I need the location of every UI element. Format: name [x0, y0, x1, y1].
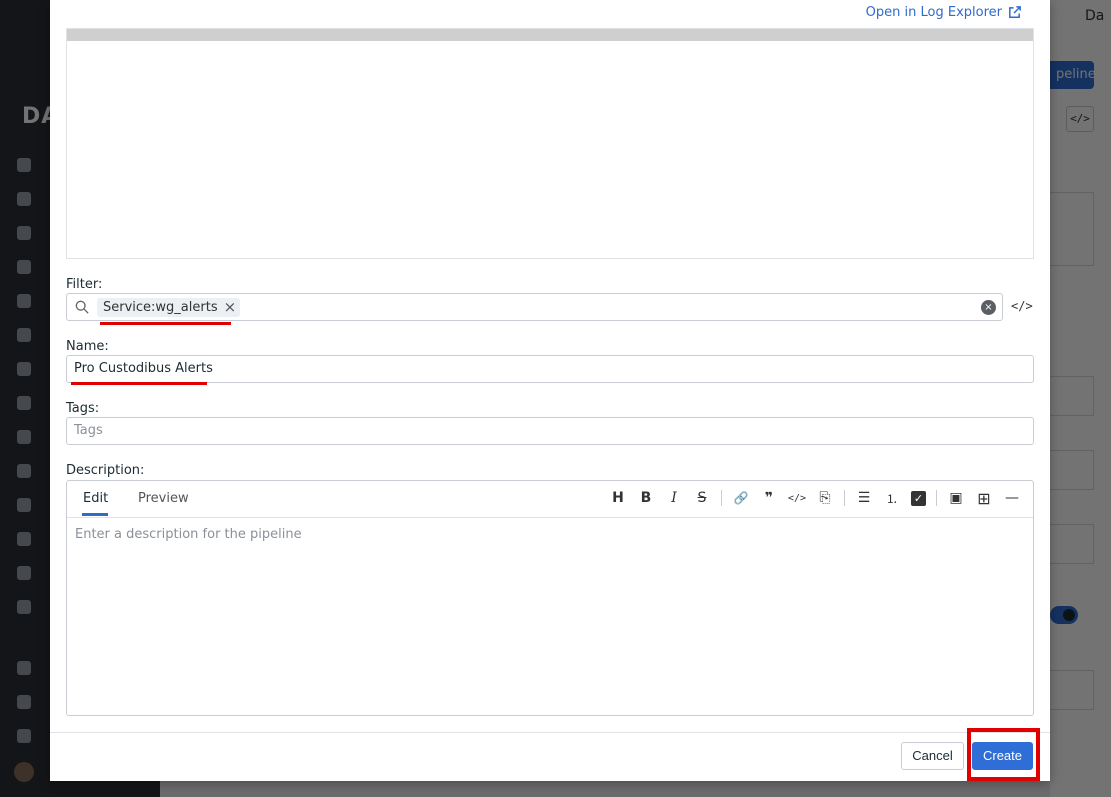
- table-icon[interactable]: ⊞: [975, 489, 993, 508]
- external-link-icon: [1009, 6, 1021, 18]
- active-tab-indicator: [82, 513, 108, 516]
- formatting-tools: H B I S 🔗 ❞ </> ⎘ ☰ ⒈ ✓ ▣ ⊞ —: [609, 489, 1021, 508]
- strikethrough-icon[interactable]: S: [693, 489, 711, 507]
- log-preview-header: [67, 29, 1033, 41]
- close-icon[interactable]: ×: [224, 299, 237, 315]
- code-icon[interactable]: </>: [788, 489, 806, 507]
- numbered-list-icon[interactable]: ⒈: [883, 489, 901, 507]
- description-editor: Edit Preview H B I S 🔗 ❞ </> ⎘ ☰ ⒈ ✓ ▣ ⊞: [66, 480, 1034, 716]
- annotation-underline: [100, 322, 231, 325]
- open-in-log-explorer-label: Open in Log Explorer: [865, 5, 1002, 20]
- modal-footer: Cancel Create: [50, 732, 1050, 781]
- horizontal-rule-icon[interactable]: —: [1003, 489, 1021, 507]
- quote-icon[interactable]: ❞: [760, 489, 778, 507]
- create-pipeline-modal: Open in Log Explorer Filter: Service:wg_…: [50, 0, 1050, 781]
- italic-icon[interactable]: I: [665, 489, 683, 507]
- image-icon[interactable]: ▣: [947, 489, 965, 507]
- search-icon: [75, 300, 89, 314]
- code-block-icon[interactable]: ⎘: [816, 489, 834, 507]
- toolbar-divider: [721, 490, 722, 506]
- editor-toolbar: Edit Preview H B I S 🔗 ❞ </> ⎘ ☰ ⒈ ✓ ▣ ⊞: [67, 481, 1033, 518]
- tags-input[interactable]: Tags: [66, 417, 1034, 445]
- annotation-highlight-box: [967, 728, 1040, 781]
- toolbar-divider: [936, 490, 937, 506]
- heading-icon[interactable]: H: [609, 489, 627, 507]
- name-label: Name:: [66, 339, 109, 354]
- tab-edit[interactable]: Edit: [83, 491, 108, 506]
- tags-label: Tags:: [66, 401, 100, 416]
- filter-chip-label: Service:wg_alerts: [103, 299, 218, 315]
- bullet-list-icon[interactable]: ☰: [855, 489, 873, 507]
- bold-icon[interactable]: B: [637, 489, 655, 507]
- tab-preview[interactable]: Preview: [138, 491, 189, 506]
- log-preview-panel: [66, 28, 1034, 259]
- filter-label: Filter:: [66, 277, 103, 292]
- description-textarea[interactable]: Enter a description for the pipeline: [75, 527, 302, 542]
- code-icon[interactable]: </>: [1011, 299, 1033, 313]
- annotation-underline: [71, 382, 207, 385]
- toolbar-divider: [844, 490, 845, 506]
- name-input[interactable]: Pro Custodibus Alerts: [66, 355, 1034, 383]
- task-list-icon[interactable]: ✓: [911, 490, 926, 506]
- filter-chip[interactable]: Service:wg_alerts ×: [97, 297, 241, 317]
- description-label: Description:: [66, 463, 145, 478]
- filter-input[interactable]: Service:wg_alerts × ×: [66, 293, 1003, 321]
- cancel-button[interactable]: Cancel: [901, 742, 964, 770]
- clear-filter-icon[interactable]: ×: [981, 300, 996, 315]
- open-in-log-explorer-link[interactable]: Open in Log Explorer: [866, 5, 1022, 20]
- link-icon[interactable]: 🔗: [732, 489, 750, 507]
